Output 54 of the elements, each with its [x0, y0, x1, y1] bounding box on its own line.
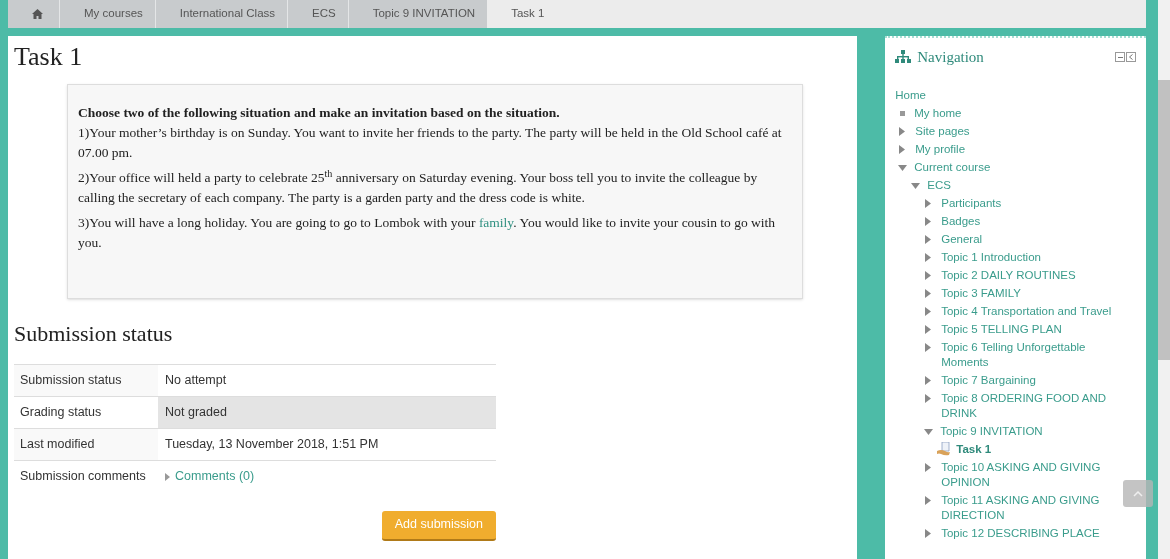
caret-right-icon	[165, 472, 170, 481]
sitemap-icon	[895, 50, 912, 65]
nav-tree-link[interactable]: Task 1	[956, 442, 992, 457]
nav-tree-link[interactable]: Topic 10 ASKING AND GIVING OPINION	[941, 460, 1114, 490]
back-to-top-button[interactable]	[1123, 480, 1153, 507]
table-value-cell: Not graded	[158, 396, 496, 429]
instructions-heading: Choose two of the following situation and make an invitation based on the situation.	[78, 104, 561, 122]
nav-tree-link[interactable]: ECS	[927, 178, 951, 193]
nav-tree-link[interactable]: General	[941, 232, 983, 247]
instruction-paragraph: 3)You will have a long holiday. You are going to go to Lombok with your family. You would like to invite your cousin to go with you.	[78, 214, 776, 252]
nav-tree-link[interactable]: Topic 11 ASKING AND GIVING DIRECTION	[941, 493, 1114, 523]
comments-link[interactable]: Comments (0)	[165, 468, 255, 485]
breadcrumb-link[interactable]: Topic 9 INVITATION	[347, 0, 488, 28]
minimize-icon[interactable]	[1115, 52, 1125, 63]
section-heading: Submission status	[14, 320, 174, 348]
chevron-up-icon	[1133, 490, 1143, 497]
nav-tree-link[interactable]: Topic 12 DESCRIBING PLACE	[941, 526, 1100, 541]
inline-link[interactable]: family	[478, 215, 514, 230]
nav-tree-link[interactable]: Topic 8 ORDERING FOOD AND DRINK	[941, 391, 1114, 421]
nav-tree-link[interactable]: Home	[895, 88, 926, 103]
nav-tree-link[interactable]: Site pages	[915, 124, 970, 139]
page-title: Task 1	[14, 42, 84, 72]
table-value-cell: No attempt	[158, 364, 496, 397]
table-value-cell: Tuesday, 13 November 2018, 1:51 PM	[158, 428, 496, 461]
nav-tree-link[interactable]: Topic 2 DAILY ROUTINES	[941, 268, 1076, 283]
table-label-cell: Submission status	[14, 364, 158, 397]
nav-tree-link[interactable]: Topic 1 Introduction	[941, 250, 1041, 265]
breadcrumb-home-link[interactable]	[8, 0, 59, 28]
bullet-icon	[900, 111, 906, 116]
nav-tree-link[interactable]: Topic 9 INVITATION	[940, 424, 1043, 439]
nav-tree-link[interactable]: Topic 3 FAMILY	[941, 286, 1021, 301]
instruction-paragraph: 1)Your mother’s birthday is on Sunday. You want to invite her friends to the party. The party will be held in the Old School café at 07.00 pm.	[78, 124, 783, 162]
nav-tree-link[interactable]: My home	[914, 106, 962, 121]
scrollbar-thumb[interactable]	[1158, 80, 1170, 360]
assignment-icon	[937, 442, 953, 456]
nav-tree-link[interactable]: Current course	[914, 160, 991, 175]
instruction-paragraph: 2)Your office will held a party to celebrate 25$^{th}$ anniversary on Saturday evening. Your boss tell you to invite the colleague by calling the secretary of each company. The party is a garden party and the dress code is white.	[78, 168, 759, 207]
dock-icon[interactable]	[1126, 52, 1136, 63]
block-title: Navigation	[917, 48, 984, 67]
table-label-cell: Last modified	[14, 428, 158, 461]
add-submission-button[interactable]: Add submission	[381, 510, 496, 541]
breadcrumb-link[interactable]: My courses	[59, 0, 155, 28]
nav-tree-link[interactable]: Topic 5 TELLING PLAN	[941, 322, 1062, 337]
breadcrumb-link[interactable]: International Class	[154, 0, 288, 28]
home-icon	[32, 9, 43, 19]
breadcrumb-link[interactable]: ECS	[287, 0, 348, 28]
nav-tree-link[interactable]: Topic 4 Transportation and Travel	[941, 304, 1112, 319]
nav-tree-link[interactable]: Topic 7 Bargaining	[941, 373, 1036, 388]
nav-tree-link[interactable]: My profile	[915, 142, 966, 157]
nav-tree-link[interactable]: Participants	[941, 196, 1002, 211]
table-label-cell: Grading status	[14, 396, 158, 429]
nav-tree-link[interactable]: Topic 6 Telling Unforgettable Moments	[941, 340, 1114, 370]
scrollbar[interactable]	[1158, 0, 1170, 559]
nav-tree-link[interactable]: Badges	[941, 214, 981, 229]
